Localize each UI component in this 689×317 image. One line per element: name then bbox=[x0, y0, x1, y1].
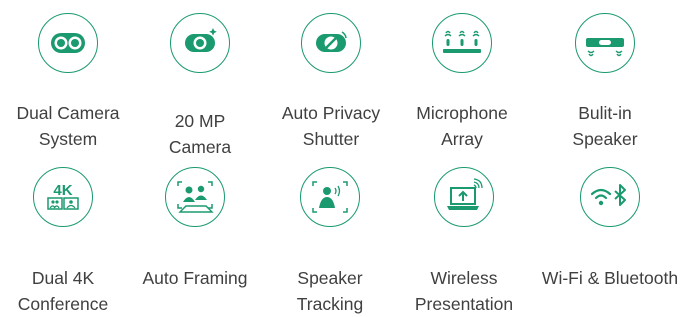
label-line-2: Array bbox=[441, 129, 483, 149]
label-line-1: Microphone bbox=[416, 103, 508, 123]
label-line-1: Dual Camera bbox=[16, 103, 120, 123]
label-line-1: Wi-Fi & Bluetooth bbox=[541, 268, 679, 288]
label-line-1: Dual 4K bbox=[31, 268, 95, 288]
speaker-tracking-icon bbox=[300, 167, 360, 227]
feature-label: Wi-Fi & Bluetooth bbox=[535, 265, 685, 291]
feature-label: Microphone Array bbox=[397, 100, 527, 152]
label-line-1: Wireless bbox=[430, 268, 498, 288]
feature-label: Dual Camera System bbox=[3, 100, 133, 152]
feature-label: Bulit-in Speaker bbox=[540, 100, 670, 152]
privacy-shutter-icon bbox=[301, 13, 361, 73]
label-line-2: Speaker bbox=[572, 129, 638, 149]
camera-icon bbox=[170, 13, 230, 73]
dual-4k-icon: 4K bbox=[33, 167, 93, 227]
microphone-array-icon bbox=[432, 13, 492, 73]
label-line-2: Conference bbox=[17, 294, 109, 314]
auto-framing-icon bbox=[165, 167, 225, 227]
label-line-1: Speaker bbox=[297, 268, 363, 288]
label-line-2: Camera bbox=[168, 137, 232, 157]
wifi-bluetooth-icon bbox=[580, 167, 640, 227]
wireless-presentation-icon bbox=[434, 167, 494, 227]
label-line-1: Auto Privacy bbox=[281, 103, 381, 123]
label-line-1: Auto Framing bbox=[142, 268, 248, 288]
dual-camera-icon bbox=[38, 13, 98, 73]
label-line-1: 20 MP bbox=[174, 111, 226, 131]
feature-label: Wireless Presentation bbox=[399, 265, 529, 317]
feature-label: Speaker Tracking bbox=[265, 265, 395, 317]
feature-label: Dual 4K Conference bbox=[0, 265, 128, 317]
feature-label: Auto Framing bbox=[130, 265, 260, 291]
label-line-2: Shutter bbox=[302, 129, 360, 149]
label-line-2: System bbox=[38, 129, 98, 149]
label-line-2: Tracking bbox=[296, 294, 364, 314]
feature-label: 20 MP Camera bbox=[135, 108, 265, 160]
feature-label: Auto Privacy Shutter bbox=[266, 100, 396, 152]
speaker-bar-icon bbox=[575, 13, 635, 73]
label-line-2: Presentation bbox=[414, 294, 514, 314]
label-line-1: Bulit-in bbox=[578, 103, 632, 123]
4k-text: 4K bbox=[53, 182, 72, 199]
